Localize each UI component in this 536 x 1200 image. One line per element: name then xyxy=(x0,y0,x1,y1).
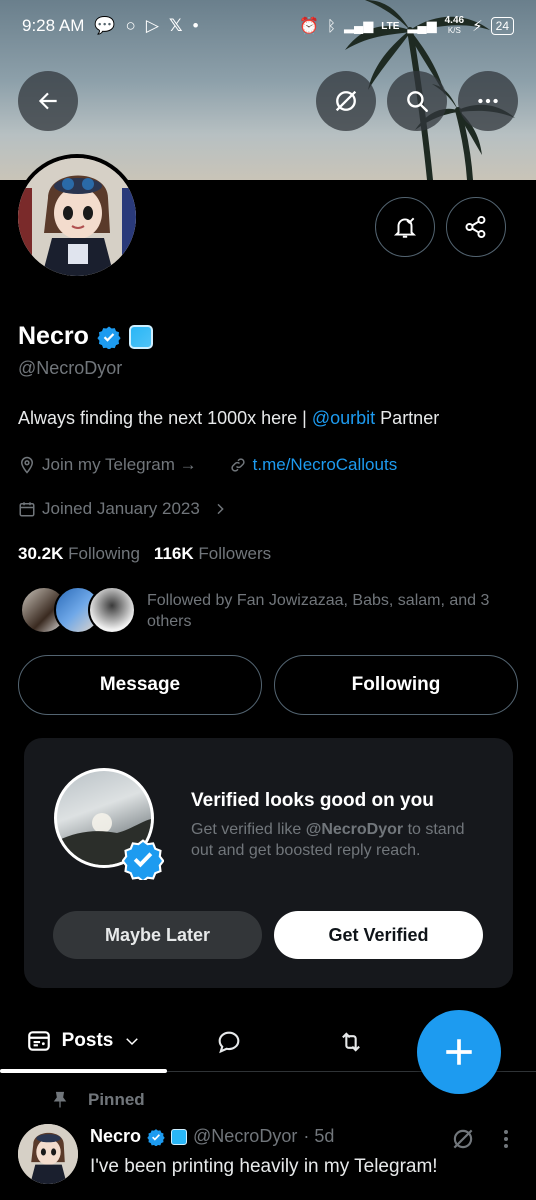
signal-icon: ▂▄▆ xyxy=(344,18,374,33)
chat-notification-icon: 💬 xyxy=(94,16,116,35)
reposts-tab-icon[interactable] xyxy=(337,1028,365,1056)
pin-icon xyxy=(53,1091,67,1108)
profile-name-row: Necro xyxy=(18,322,153,351)
grok-icon xyxy=(335,90,357,112)
chevron-down-icon xyxy=(126,1038,139,1046)
chevron-right-icon xyxy=(217,503,224,515)
tweet-header: Necro @NecroDyor · 5d xyxy=(90,1126,334,1147)
profile-name: Necro xyxy=(18,322,89,350)
profile-meta-row: Join my Telegram → t.me/NecroCallouts xyxy=(18,455,397,475)
link-icon xyxy=(231,458,245,472)
pinned-label: Pinned xyxy=(88,1090,145,1109)
profile-handle: @NecroDyor xyxy=(18,358,123,378)
maybe-later-button[interactable]: Maybe Later xyxy=(53,911,262,959)
affiliate-badge-icon[interactable] xyxy=(128,324,153,349)
location-pin-icon xyxy=(20,456,34,474)
posts-icon xyxy=(27,1031,50,1051)
share-icon xyxy=(465,215,486,239)
verify-promo-card: Verified looks good on you Get verified … xyxy=(24,738,513,988)
grok-button[interactable] xyxy=(316,71,376,131)
tweet-author-name[interactable]: Necro xyxy=(90,1126,141,1147)
message-button[interactable]: Message xyxy=(18,655,262,715)
verified-badge-icon[interactable] xyxy=(97,325,121,349)
active-tab-indicator xyxy=(0,1069,167,1073)
circle-notification-icon: ○ xyxy=(125,16,136,35)
followers-stat[interactable]: 116K Followers xyxy=(154,544,271,564)
status-bar: 9:28 AM 💬 ○ ▷ 𝕏 • ⏰ ᛒ ▂▄▆ LTE ▂▄▆ 4.46 K… xyxy=(0,0,536,52)
profile-location: Join my Telegram → xyxy=(42,455,197,474)
more-options-button[interactable] xyxy=(458,71,518,131)
share-button[interactable] xyxy=(446,197,506,257)
battery-indicator: 24 xyxy=(490,17,514,35)
joined-date: Joined January 2023 xyxy=(42,499,200,518)
notifications-button[interactable] xyxy=(375,197,435,257)
compose-button[interactable] xyxy=(417,1010,501,1094)
followed-by-text[interactable]: Followed by Fan Jowizazaa, Babs, salam, … xyxy=(147,590,517,632)
network-type: LTE xyxy=(381,20,400,32)
bio-suffix: Partner xyxy=(375,408,440,428)
network-speed: 4.46 K/S xyxy=(444,15,465,36)
tweet-more-icon[interactable] xyxy=(496,1127,516,1151)
replies-tab-icon[interactable] xyxy=(215,1028,243,1056)
more-horizontal-icon xyxy=(478,98,498,104)
bio-mention-link[interactable]: @ourbit xyxy=(312,408,375,428)
profile-avatar[interactable] xyxy=(14,154,140,280)
get-verified-button[interactable]: Get Verified xyxy=(274,911,483,959)
back-button[interactable] xyxy=(18,71,78,131)
search-button[interactable] xyxy=(387,71,447,131)
more-notifications-icon: • xyxy=(192,16,199,35)
avatar-image xyxy=(18,158,136,276)
verified-badge-icon xyxy=(122,839,164,880)
arrow-left-icon xyxy=(38,92,57,110)
bluetooth-icon: ᛒ xyxy=(327,17,337,35)
following-stat[interactable]: 30.2K Following xyxy=(18,544,140,564)
calendar-icon xyxy=(19,502,35,517)
search-icon xyxy=(407,91,428,112)
charging-icon: ⚡ xyxy=(472,18,483,35)
tweet-author-handle: @NecroDyor xyxy=(193,1126,298,1146)
status-time: 9:28 AM xyxy=(22,16,85,35)
promo-subtitle: Get verified like @NecroDyor to stand ou… xyxy=(191,821,465,859)
follow-stats: 30.2K Following 116K Followers xyxy=(18,544,271,564)
bell-check-icon xyxy=(393,217,417,238)
following-button[interactable]: Following xyxy=(274,655,518,715)
joined-row[interactable]: Joined January 2023 xyxy=(18,499,228,519)
signal-icon-2: ▂▄▆ xyxy=(407,18,437,33)
x-notification-icon: 𝕏 xyxy=(168,16,183,35)
verified-badge-icon xyxy=(147,1128,165,1146)
grok-icon[interactable] xyxy=(450,1126,476,1152)
profile-website-link[interactable]: t.me/NecroCallouts xyxy=(253,455,398,475)
profile-banner[interactable]: 9:28 AM 💬 ○ ▷ 𝕏 • ⏰ ᛒ ▂▄▆ LTE ▂▄▆ 4.46 K… xyxy=(0,0,536,180)
alarm-icon: ⏰ xyxy=(299,18,320,35)
profile-bio: Always finding the next 1000x here | @ou… xyxy=(18,408,439,429)
tab-posts-label: Posts xyxy=(61,1030,114,1051)
tab-posts[interactable]: Posts xyxy=(0,1010,167,1073)
promo-title: Verified looks good on you xyxy=(191,790,434,811)
follower-avatar-3 xyxy=(88,586,136,634)
plus-icon xyxy=(446,1039,472,1065)
bio-text: Always finding the next 1000x here | xyxy=(18,408,312,428)
tweet-time: · 5d xyxy=(303,1126,335,1146)
followed-by-avatars[interactable] xyxy=(20,586,136,636)
media-notification-icon: ▷ xyxy=(145,16,159,35)
pinned-indicator: Pinned xyxy=(50,1090,145,1110)
tweet-text: I've been printing heavily in my Telegra… xyxy=(90,1156,438,1177)
affiliate-badge-icon xyxy=(171,1128,188,1145)
tweet-author-avatar[interactable] xyxy=(18,1124,78,1184)
